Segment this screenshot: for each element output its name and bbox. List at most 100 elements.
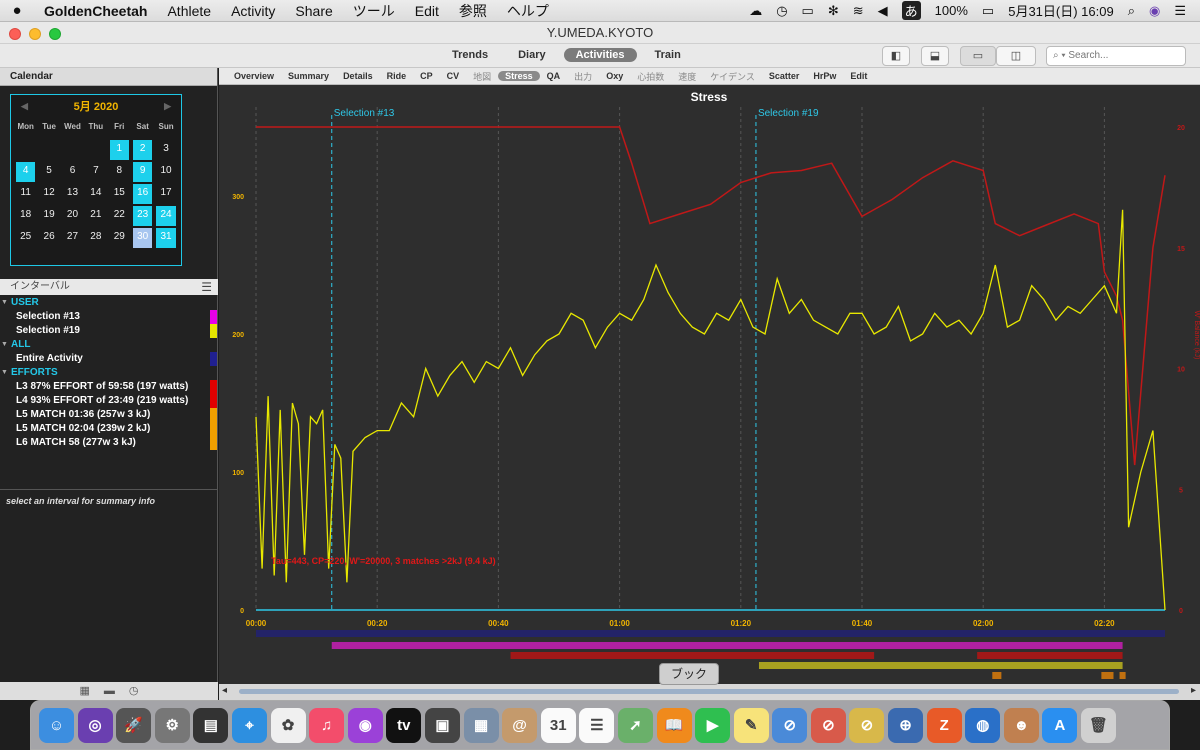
- calendar-day[interactable]: 24: [156, 206, 176, 226]
- search-input[interactable]: ⌕ ▾ Search...: [1046, 46, 1186, 66]
- menu-app-name[interactable]: GoldenCheetah: [34, 3, 157, 19]
- calendar-day[interactable]: 1: [109, 140, 129, 160]
- photo-booth-icon[interactable]: ▤: [193, 707, 229, 743]
- horizontal-scrollbar[interactable]: ◂ ▸: [219, 684, 1200, 700]
- finder-icon[interactable]: ☺: [39, 707, 74, 743]
- subtab[interactable]: Overview: [227, 71, 281, 81]
- subtab[interactable]: Scatter: [762, 71, 807, 81]
- calendar-day[interactable]: 4: [16, 162, 36, 182]
- calendar-day[interactable]: 2: [132, 140, 153, 160]
- calendar-day[interactable]: 22: [108, 205, 131, 227]
- subtab[interactable]: CV: [440, 71, 467, 81]
- hamburger-menu-icon[interactable]: ☰: [201, 279, 212, 295]
- music-icon[interactable]: ♫: [309, 707, 345, 743]
- blocked-app-1-icon[interactable]: ⊘: [772, 707, 808, 743]
- subtab[interactable]: 速度: [671, 70, 703, 83]
- photos-icon[interactable]: ✿: [270, 707, 306, 743]
- tab-diary[interactable]: Diary: [506, 48, 558, 62]
- podcasts-icon[interactable]: ◉: [347, 707, 383, 743]
- interval-item[interactable]: L3 87% EFFORT of 59:58 (197 watts): [0, 380, 218, 394]
- maps-icon[interactable]: ➚: [617, 707, 653, 743]
- tab-activities[interactable]: Activities: [563, 48, 637, 62]
- calendar-day[interactable]: 6: [61, 161, 84, 183]
- system-preferences-icon[interactable]: ⚙: [154, 707, 190, 743]
- calendar-day[interactable]: 31: [156, 228, 176, 248]
- calendar-day[interactable]: 16: [132, 184, 153, 204]
- subtab[interactable]: CP: [413, 71, 440, 81]
- menu-tools[interactable]: ツール: [343, 1, 405, 21]
- subtab[interactable]: Oxy: [599, 71, 630, 81]
- airplay-icon[interactable]: ▭: [802, 3, 814, 19]
- notes-icon[interactable]: ✎: [733, 707, 769, 743]
- siri-icon[interactable]: ◎: [77, 707, 113, 743]
- scroll-left-icon[interactable]: ◂: [222, 685, 227, 696]
- contacts-icon[interactable]: @: [502, 707, 538, 743]
- calendar-day[interactable]: 30: [132, 228, 153, 248]
- subtab[interactable]: 地図: [466, 70, 498, 83]
- subtab[interactable]: Details: [336, 71, 380, 81]
- calendar-day[interactable]: 27: [61, 227, 84, 249]
- interval-item[interactable]: Selection #13: [0, 310, 218, 324]
- trash-icon[interactable]: 🗑: [1081, 707, 1117, 743]
- calendar-day[interactable]: 29: [108, 227, 131, 249]
- control-center-icon[interactable]: ☰: [1174, 3, 1186, 19]
- tab-trends[interactable]: Trends: [440, 48, 500, 62]
- siri-menu-icon[interactable]: ◉: [1149, 3, 1160, 19]
- subtab[interactable]: Stress: [498, 71, 540, 81]
- menu-activity[interactable]: Activity: [221, 3, 285, 19]
- wifi-icon[interactable]: ≋: [853, 3, 864, 19]
- interval-item[interactable]: L6 MATCH 58 (277w 3 kJ): [0, 436, 218, 450]
- toggle-sidebar-button[interactable]: ◧: [882, 46, 910, 66]
- battery-icon[interactable]: ▭: [982, 3, 994, 19]
- calendar-next-month-icon[interactable]: ▶: [164, 101, 171, 112]
- calendar-day[interactable]: 23: [132, 206, 153, 226]
- interval-item[interactable]: L5 MATCH 01:36 (257w 3 kJ): [0, 408, 218, 422]
- subtab[interactable]: 出力: [567, 70, 599, 83]
- menu-share[interactable]: Share: [285, 3, 342, 19]
- input-method-icon[interactable]: あ: [901, 1, 921, 20]
- blocked-app-3-icon[interactable]: ⊘: [849, 707, 885, 743]
- time-machine-icon[interactable]: ◷: [776, 3, 787, 19]
- calendar-day[interactable]: 21: [84, 205, 107, 227]
- calendar-day[interactable]: 25: [14, 227, 37, 249]
- app-store-icon[interactable]: A: [1042, 707, 1078, 743]
- spotlight-icon[interactable]: ⌕: [1128, 3, 1135, 19]
- calendar-day[interactable]: 13: [61, 183, 84, 205]
- clock[interactable]: 5月31日(日) 16:09: [1008, 1, 1114, 20]
- calendar-icon[interactable]: 31: [540, 707, 576, 743]
- interval-group[interactable]: EFFORTS: [0, 366, 218, 380]
- battery-percent[interactable]: 100%: [935, 3, 968, 18]
- calendar-day[interactable]: 8: [108, 161, 131, 183]
- subtab[interactable]: Summary: [281, 71, 336, 81]
- menu-view[interactable]: 参照: [449, 1, 497, 21]
- bluetooth-icon[interactable]: ✻: [828, 3, 839, 19]
- calendar-day[interactable]: 18: [14, 205, 37, 227]
- subtab[interactable]: ケイデンス: [703, 70, 762, 83]
- books-icon[interactable]: 📖: [656, 707, 692, 743]
- calendar-prev-month-icon[interactable]: ◀: [21, 101, 28, 112]
- subtab[interactable]: Ride: [380, 71, 414, 81]
- apple-menu-icon[interactable]: ●: [0, 2, 34, 19]
- zoom-window-button[interactable]: [49, 28, 61, 40]
- calendar-day[interactable]: 3: [154, 139, 177, 161]
- calendar-day[interactable]: 20: [61, 205, 84, 227]
- interval-group[interactable]: USER: [0, 296, 218, 310]
- launchpad-icon[interactable]: 🚀: [116, 707, 152, 743]
- subtab[interactable]: HrPw: [806, 71, 843, 81]
- calendar-day[interactable]: 15: [108, 183, 131, 205]
- interval-item[interactable]: L5 MATCH 02:04 (239w 2 kJ): [0, 422, 218, 436]
- reminders-icon[interactable]: ☰: [579, 707, 615, 743]
- creative-cloud-icon[interactable]: ☁: [749, 3, 762, 19]
- calendar-day[interactable]: 28: [84, 227, 107, 249]
- app-character-icon[interactable]: ☻: [1003, 707, 1039, 743]
- interval-item[interactable]: Entire Activity: [0, 352, 218, 366]
- tabbed-view-button[interactable]: ▭: [960, 46, 996, 66]
- volume-icon[interactable]: ◀: [878, 3, 888, 19]
- interval-group[interactable]: ALL: [0, 338, 218, 352]
- calendar-day[interactable]: 26: [37, 227, 60, 249]
- app-target-icon[interactable]: ⊕: [888, 707, 924, 743]
- calendar-day[interactable]: 17: [154, 183, 177, 205]
- menu-help[interactable]: ヘルプ: [497, 1, 559, 21]
- toggle-bottom-panel-button[interactable]: ⬓: [921, 46, 949, 66]
- menu-athlete[interactable]: Athlete: [157, 3, 221, 19]
